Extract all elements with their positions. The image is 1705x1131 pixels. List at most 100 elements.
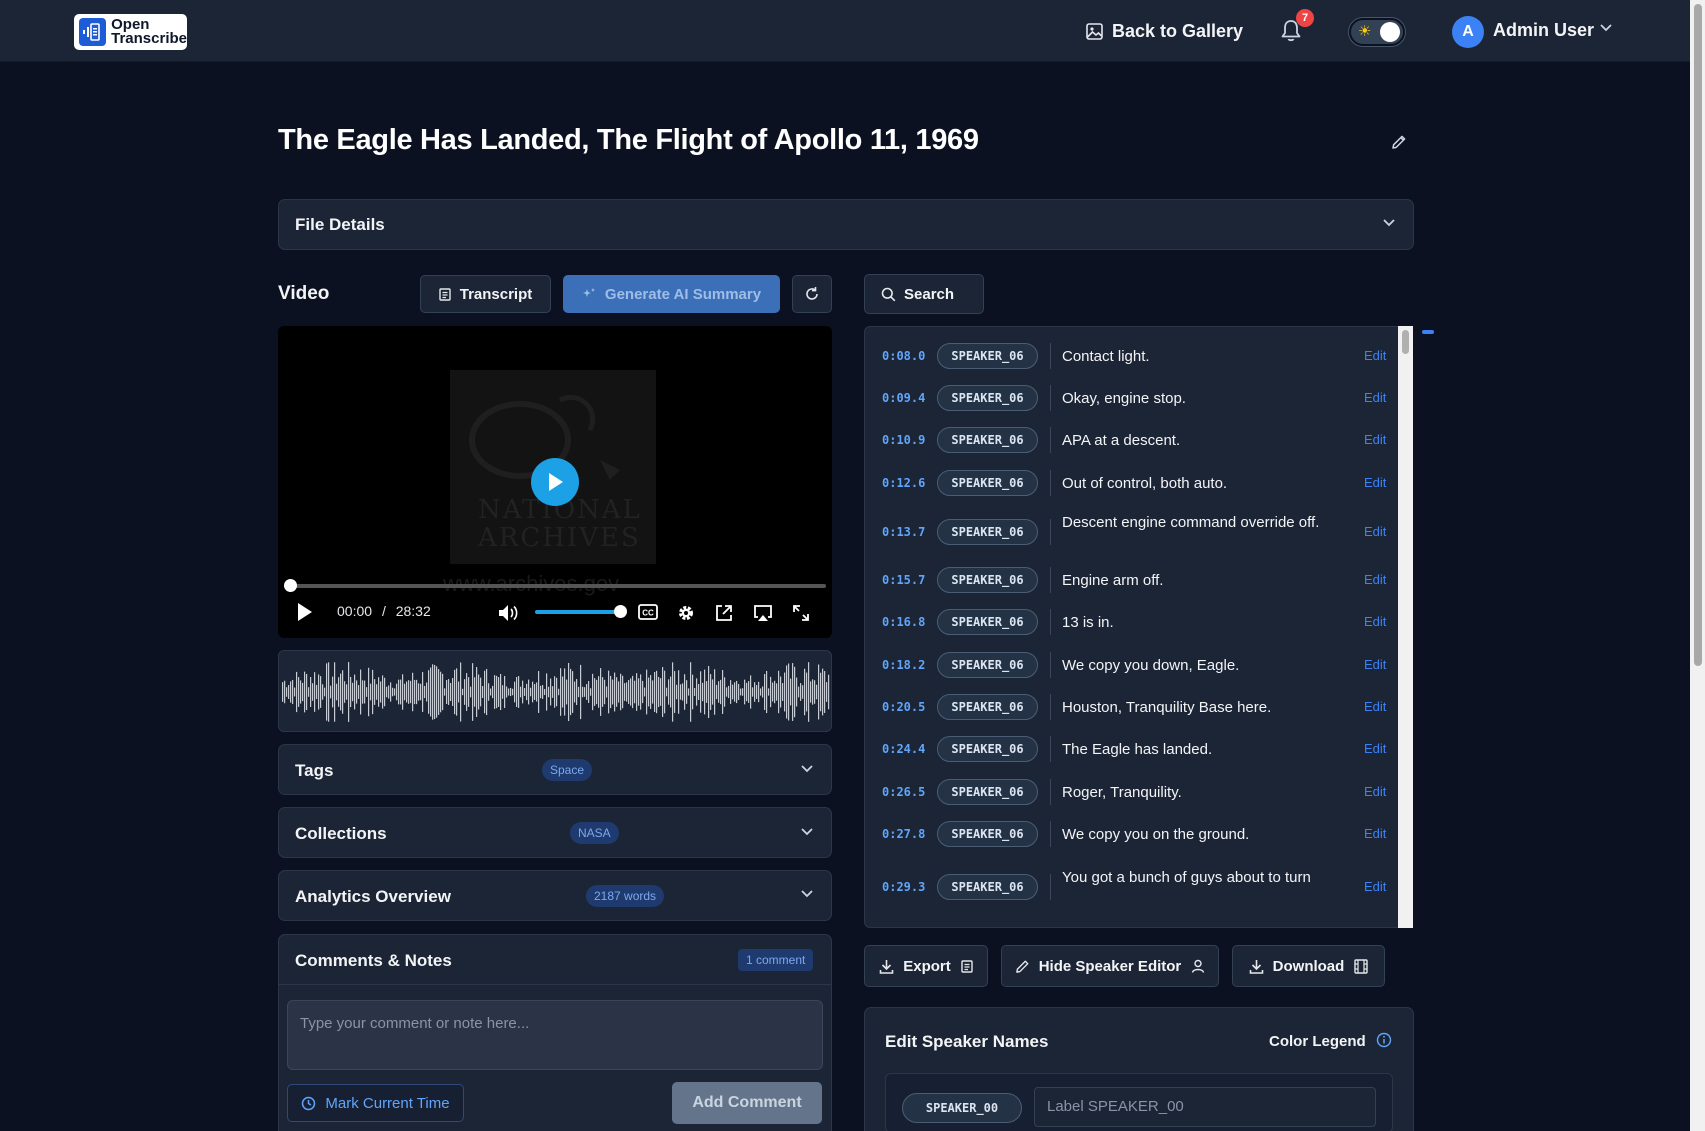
chevron-down-icon[interactable] [1600,24,1612,32]
transcript-button[interactable]: Transcript [420,275,551,313]
refresh-button[interactable] [792,275,832,313]
transcript-segment[interactable]: 0:29.3 SPEAKER_06 You got a bunch of guys … [865,847,1400,900]
segment-timestamp[interactable]: 0:15.7 [882,573,925,587]
segment-timestamp[interactable]: 0:08.0 [882,349,925,363]
speaker-pill[interactable]: SPEAKER_06 [937,821,1038,847]
play-overlay-button[interactable] [531,458,579,506]
audio-waveform[interactable] [278,650,832,732]
export-button[interactable]: Export [864,945,988,987]
segment-timestamp[interactable]: 0:24.4 [882,742,925,756]
download-icon [879,959,894,974]
transcript-segment[interactable]: 0:26.5 SPEAKER_06 Roger, Tranquility. Edit [865,763,1400,805]
volume-slider[interactable] [535,610,623,614]
mark-current-time-button[interactable]: Mark Current Time [287,1084,464,1122]
speaker-pill[interactable]: SPEAKER_06 [937,567,1038,593]
segment-edit-link[interactable]: Edit [1364,572,1386,587]
segment-edit-link[interactable]: Edit [1364,475,1386,490]
generate-ai-summary-button[interactable]: Generate AI Summary [563,275,780,313]
waveform-bar [588,681,590,703]
segment-timestamp[interactable]: 0:13.7 [882,525,925,539]
captions-icon[interactable]: CC [638,604,658,620]
waveform-bar [706,681,708,703]
speaker-pill[interactable]: SPEAKER_06 [937,470,1038,496]
segment-timestamp[interactable]: 0:29.3 [882,880,925,894]
info-icon[interactable] [1376,1032,1392,1048]
segment-edit-link[interactable]: Edit [1364,879,1386,894]
volume-knob[interactable] [614,605,627,618]
settings-gear-icon[interactable] [677,604,695,622]
speaker-pill[interactable]: SPEAKER_06 [937,519,1038,545]
play-icon[interactable] [296,602,314,622]
comment-textarea[interactable]: Type your comment or note here... [287,1000,823,1070]
transcript-segment[interactable]: 0:10.9 SPEAKER_06 APA at a descent. Edit [865,411,1400,453]
transcript-scrollbar[interactable] [1398,326,1413,928]
segment-timestamp[interactable]: 0:16.8 [882,615,925,629]
transcript-segment[interactable]: 0:09.4 SPEAKER_06 Okay, engine stop. Edit [865,369,1400,411]
transcript-segment[interactable]: 0:15.7 SPEAKER_06 Engine arm off. Edit [865,551,1400,593]
waveform-bar [810,681,812,703]
segment-timestamp[interactable]: 0:27.8 [882,827,925,841]
transcript-segment[interactable]: 0:24.4 SPEAKER_06 The Eagle has landed. Edi… [865,720,1400,762]
speaker-pill[interactable]: SPEAKER_06 [937,736,1038,762]
transcript-segment[interactable]: 0:16.8 SPEAKER_06 13 is in. Edit [865,593,1400,635]
segment-edit-link[interactable]: Edit [1364,826,1386,841]
segment-timestamp[interactable]: 0:12.6 [882,476,925,490]
progress-knob[interactable] [284,579,297,592]
segment-timestamp[interactable]: 0:09.4 [882,391,925,405]
waveform-bar [570,668,572,716]
transcript-scroll-thumb[interactable] [1402,330,1409,354]
segment-edit-link[interactable]: Edit [1364,614,1386,629]
transcript-segment[interactable]: 0:08.0 SPEAKER_06 Contact light. Edit [865,327,1400,369]
tags-panel[interactable]: Tags Space [278,744,832,795]
segment-edit-link[interactable]: Edit [1364,784,1386,799]
segment-edit-link[interactable]: Edit [1364,741,1386,756]
waveform-bar [294,687,296,697]
collections-panel[interactable]: Collections NASA [278,807,832,858]
transcript-segment[interactable]: 0:12.6 SPEAKER_06 Out of control, both aut… [865,454,1400,496]
speaker-pill[interactable]: SPEAKER_06 [937,343,1038,369]
popout-icon[interactable] [715,604,733,622]
analytics-panel[interactable]: Analytics Overview 2187 words [278,870,832,921]
transcript-segment[interactable]: 0:13.7 SPEAKER_06 Descent engine command o… [865,496,1400,552]
airplay-icon[interactable] [753,604,773,622]
segment-timestamp[interactable]: 0:26.5 [882,785,925,799]
theme-toggle[interactable]: ☀ [1349,18,1405,46]
segment-edit-link[interactable]: Edit [1364,524,1386,539]
speaker-pill[interactable]: SPEAKER_06 [937,874,1038,900]
speaker-pill[interactable]: SPEAKER_06 [937,652,1038,678]
transcript-segment[interactable]: 0:27.8 SPEAKER_06 We copy you on the groun… [865,805,1400,847]
segment-timestamp[interactable]: 0:18.2 [882,658,925,672]
speaker-pill[interactable]: SPEAKER_06 [937,694,1038,720]
video-progress-bar[interactable] [284,579,826,592]
segment-edit-link[interactable]: Edit [1364,348,1386,363]
back-to-gallery-link[interactable]: Back to Gallery [1086,18,1243,44]
file-details-panel[interactable]: File Details [278,199,1414,250]
avatar[interactable]: A [1452,16,1484,48]
add-comment-button[interactable]: Add Comment [672,1082,822,1124]
speaker-pill[interactable]: SPEAKER_06 [937,385,1038,411]
segment-edit-link[interactable]: Edit [1364,699,1386,714]
app-logo[interactable]: Open Transcribe [74,14,187,50]
pencil-icon[interactable] [1391,134,1407,150]
transcript-segment[interactable]: 0:18.2 SPEAKER_06 We copy you down, Eagle.… [865,636,1400,678]
segment-edit-link[interactable]: Edit [1364,432,1386,447]
speaker-label-input[interactable]: Label SPEAKER_00 [1034,1087,1376,1127]
segment-timestamp[interactable]: 0:10.9 [882,433,925,447]
volume-icon[interactable] [498,604,520,622]
user-name[interactable]: Admin User [1493,20,1594,41]
transcript-list[interactable]: 0:08.0 SPEAKER_06 Contact light. Edit 0:09.4… [864,326,1413,928]
hide-speaker-editor-button[interactable]: Hide Speaker Editor [1001,945,1219,987]
segment-edit-link[interactable]: Edit [1364,657,1386,672]
segment-timestamp[interactable]: 0:20.5 [882,700,925,714]
video-player[interactable]: NATIONALARCHIVES www.archives.gov 00:00 … [278,326,832,638]
waveform-bar [478,674,480,710]
search-button[interactable]: Search [864,274,984,314]
speaker-pill[interactable]: SPEAKER_06 [937,779,1038,805]
speaker-pill[interactable]: SPEAKER_06 [937,427,1038,453]
transcript-segment[interactable]: 0:20.5 SPEAKER_06 Houston, Tranquility Bas… [865,678,1400,720]
download-button[interactable]: Download [1232,945,1385,987]
segment-edit-link[interactable]: Edit [1364,390,1386,405]
speaker-pill[interactable]: SPEAKER_06 [937,609,1038,635]
fullscreen-icon[interactable] [792,604,810,622]
page-scroll-thumb[interactable] [1694,4,1702,666]
